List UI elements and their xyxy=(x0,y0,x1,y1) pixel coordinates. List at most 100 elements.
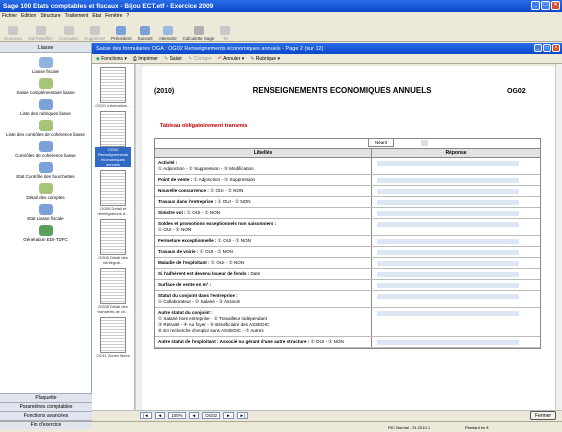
arrow-right-icon xyxy=(140,26,151,35)
doc-close-button[interactable]: × xyxy=(552,44,560,52)
answer-field[interactable] xyxy=(377,239,520,244)
answer-field[interactable] xyxy=(377,250,520,255)
tri-button[interactable]: Tri xyxy=(218,20,232,41)
rubrique-button[interactable]: ✎ Rubrique ▾ xyxy=(250,56,280,62)
sidebar-item-liste-rubriques[interactable]: Liste des rubriques liasse xyxy=(0,99,91,116)
page-thumbnails: OG01 Information... OG02 Renseignements … xyxy=(92,64,135,410)
neant-checkbox[interactable] xyxy=(421,140,428,146)
answer-field[interactable] xyxy=(377,294,520,299)
sidebar-parametres[interactable]: Paramètres comptables xyxy=(0,402,92,411)
page-nav-bar: |◄ ◄ 100% ◄ OG02 ► ►| xyxy=(92,410,562,420)
fonctions-button[interactable]: ◆ Fonctions ▾ xyxy=(96,56,127,62)
sidebar-item-detail-comptes[interactable]: Détail des comptes xyxy=(0,183,91,200)
page-thumbnail xyxy=(100,317,126,353)
menu-fenetre[interactable]: Fenêtre xyxy=(105,13,122,19)
nav-first-button[interactable]: |◄ xyxy=(140,412,152,419)
minimize-button[interactable]: _ xyxy=(531,1,540,10)
saisir-button[interactable]: ✎ Saisir xyxy=(164,56,182,62)
consulter-button[interactable]: Consulter xyxy=(57,20,80,41)
sidebar-item-liasse-fiscale[interactable]: Liasse fiscale xyxy=(0,57,91,74)
sidebar-item-controle-fourchettes[interactable]: Etat Contrôle des fourchettes xyxy=(0,162,91,179)
sidebar-plaquette[interactable]: Plaquette xyxy=(0,393,92,402)
answer-field[interactable] xyxy=(377,283,520,288)
pencil-icon: ✎ xyxy=(163,55,169,62)
page-scrollbar[interactable] xyxy=(555,64,562,410)
calculette-button[interactable]: Calculette Sage xyxy=(181,20,217,41)
liasse-icon xyxy=(38,57,53,68)
nav-prev-button[interactable]: ◄ xyxy=(154,412,166,419)
sidebar-title: Liasse xyxy=(0,43,91,53)
answer-field[interactable] xyxy=(377,189,520,194)
close-button[interactable]: × xyxy=(551,1,560,10)
voir-modifier-button[interactable]: Voir/Modifier xyxy=(26,20,55,41)
report-icon xyxy=(38,162,53,173)
sidebar-item-saisie-complementaire[interactable]: Saisie complémentaire liasse xyxy=(0,78,91,95)
corriger-button[interactable]: ✎ Corriger xyxy=(188,56,212,62)
nav-last-button[interactable]: ►| xyxy=(236,412,249,419)
annuler-button[interactable]: ↶ Annuler ▾ xyxy=(218,56,244,62)
nouveau-button[interactable]: Nouveau xyxy=(2,20,24,41)
answer-field[interactable] xyxy=(377,211,520,216)
suivant-button[interactable]: Suivant xyxy=(136,20,155,41)
doc-maximize-button[interactable]: □ xyxy=(543,44,551,52)
col-libelles: Libellés xyxy=(155,149,372,157)
answer-field[interactable] xyxy=(377,178,520,183)
page-title: RENSEIGNEMENTS ECONOMIQUES ANNUELS xyxy=(252,86,432,95)
thumb-og11[interactable]: OG11 Zones libres xyxy=(92,317,134,358)
table-row: Point de vente : ① Adjonction - ② Suppre… xyxy=(155,175,540,186)
precedent-button[interactable]: Précédent xyxy=(109,20,134,41)
imprimer-button[interactable]: ⎙ Imprimer xyxy=(133,56,158,62)
col-reponse: Réponse xyxy=(445,150,467,156)
answer-field[interactable] xyxy=(377,222,520,227)
menu-edition[interactable]: Edition xyxy=(21,13,36,19)
supprimer-button[interactable]: Supprimer xyxy=(82,20,107,41)
page-thumbnail xyxy=(100,111,126,147)
status-field-1: RIC Normal : 31.2010-1 xyxy=(388,424,431,430)
document-window: Saisie des formulaires OGA : OG02 Rensei… xyxy=(92,43,562,420)
nav-next-button[interactable]: ► xyxy=(223,412,234,419)
sidebar-item-generation-edi[interactable]: Génération EDI-TDFC xyxy=(0,225,91,242)
sidebar-item-liste-controles[interactable]: Liste des contrôles de cohérence liasse xyxy=(0,120,91,137)
answer-field[interactable] xyxy=(377,200,520,205)
menu-traitement[interactable]: Traitement xyxy=(65,13,89,19)
table-row: Activité :① Adjonction - ② Suppression -… xyxy=(155,158,540,175)
sidebar-item-controles-coherence[interactable]: Contrôles de cohérence liasse xyxy=(0,141,91,158)
thumb-og05[interactable]: OG05 Détail et réintégrations d... xyxy=(92,170,134,216)
answer-field[interactable] xyxy=(377,272,520,277)
answer-field[interactable] xyxy=(377,311,520,316)
delete-icon xyxy=(89,26,100,35)
thumb-og02[interactable]: OG02 Renseignements économiques annuels xyxy=(92,111,134,167)
arrow-left-icon xyxy=(116,26,127,35)
sidebar-fonctions[interactable]: Fonctions avancées xyxy=(0,411,92,420)
goto-icon xyxy=(162,26,173,35)
table-row: Soldes et promotions exceptionnels non s… xyxy=(155,219,540,236)
menu-fichier[interactable]: Fichier xyxy=(2,13,17,19)
app-title: Sage 100 Etats comptables et fiscaux - B… xyxy=(3,2,214,10)
thumbs-scrollbar[interactable] xyxy=(135,64,141,410)
page-select[interactable]: OG02 xyxy=(202,412,221,419)
atteindre-button[interactable]: Atteindre xyxy=(157,20,179,41)
answer-field[interactable] xyxy=(377,340,520,345)
menu-etat[interactable]: Etat xyxy=(92,13,101,19)
maximize-button[interactable]: □ xyxy=(541,1,550,10)
menu-bar: Fichier Edition Structure Traitement Eta… xyxy=(0,12,562,20)
table-row: Surface de vente en m² : xyxy=(155,280,540,291)
nav-prev-page-button[interactable]: ◄ xyxy=(188,412,200,419)
menu-help[interactable]: ? xyxy=(126,13,129,19)
document-title: Saisie des formulaires OGA : OG02 Rensei… xyxy=(96,45,324,52)
fonctions-icon: ◆ xyxy=(96,55,100,62)
status-field-2: Plantant en € xyxy=(465,424,489,430)
check-list-icon xyxy=(38,120,53,131)
thumb-og06[interactable]: OG06 Détail des réintégrat... xyxy=(92,219,134,265)
fermer-button[interactable]: Fermer xyxy=(530,411,556,420)
sidebar: Liasse Liasse fiscale Saisie complémenta… xyxy=(0,43,92,429)
print-icon xyxy=(38,204,53,215)
zoom-select[interactable]: 100% xyxy=(168,412,186,419)
doc-minimize-button[interactable]: _ xyxy=(534,44,542,52)
thumb-og01[interactable]: OG01 Information... xyxy=(92,67,134,108)
answer-field[interactable] xyxy=(377,161,520,166)
thumb-og08[interactable]: OG08 Détail des transferts de ch... xyxy=(92,268,134,314)
answer-field[interactable] xyxy=(377,261,520,266)
sidebar-item-etat-liasse[interactable]: Etat Liasse fiscale xyxy=(0,204,91,221)
menu-structure[interactable]: Structure xyxy=(40,13,60,19)
